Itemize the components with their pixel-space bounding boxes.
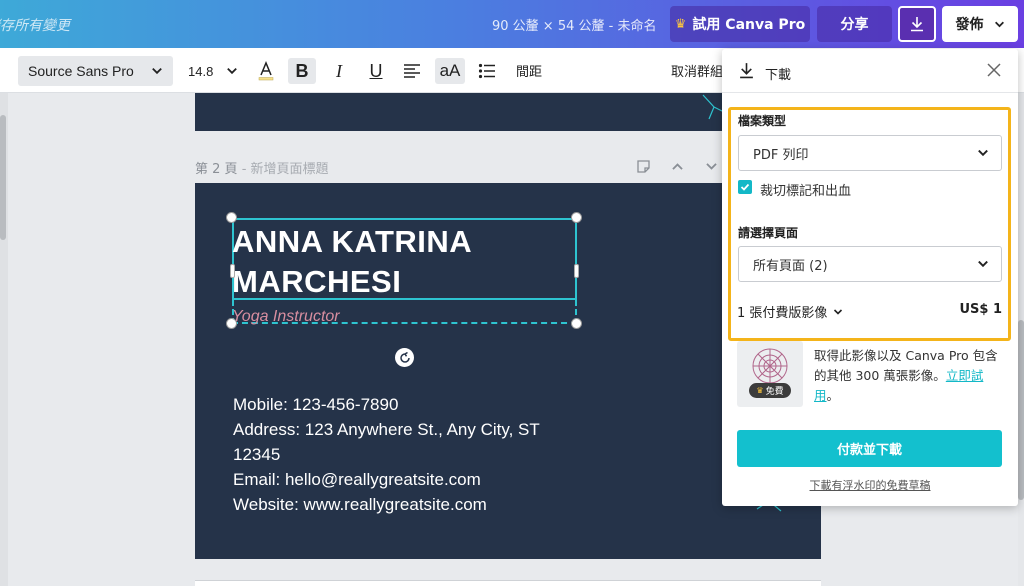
contact-info[interactable]: Mobile: 123-456-7890 Address: 123 Anywhe… bbox=[233, 392, 563, 517]
chevron-down-icon bbox=[705, 162, 717, 170]
name-line-2: MARCHESI bbox=[232, 264, 402, 299]
text-color-icon bbox=[258, 61, 274, 81]
free-watermark-draft-link[interactable]: 下載有浮水印的免費草稿 bbox=[722, 477, 1018, 493]
crop-marks-label[interactable]: 裁切標記和出血 bbox=[760, 180, 851, 199]
paid-images-toggle[interactable]: 1 張付費版影像 bbox=[737, 302, 843, 321]
align-button[interactable] bbox=[398, 58, 426, 84]
contact-address: Address: 123 Anywhere St., Any City, ST … bbox=[233, 420, 540, 464]
promo-tail: 。 bbox=[826, 388, 840, 403]
top-bar: 儲存所有變更 90 公釐 × 54 公釐 - 未命名 ♛ 試用 Canva Pr… bbox=[0, 0, 1024, 48]
text-color-button[interactable] bbox=[252, 58, 280, 84]
resize-handle-right[interactable] bbox=[574, 264, 579, 278]
price-value: US$ 1 bbox=[959, 302, 1002, 317]
file-type-select[interactable]: PDF 列印 bbox=[738, 135, 1002, 171]
contact-website: Website: www.reallygreatsite.com bbox=[233, 495, 487, 514]
bullet-list-icon bbox=[478, 63, 495, 79]
page-3-canvas[interactable] bbox=[195, 580, 821, 586]
left-scrollbar-thumb[interactable] bbox=[0, 115, 6, 240]
spacing-button[interactable]: 間距 bbox=[516, 61, 542, 80]
publish-button[interactable]: 發佈 bbox=[942, 6, 1018, 42]
resize-handle-bottom-left[interactable] bbox=[226, 318, 237, 329]
publish-label: 發佈 bbox=[955, 17, 984, 33]
contact-mobile: Mobile: 123-456-7890 bbox=[233, 395, 399, 414]
chevron-down-icon bbox=[152, 67, 162, 75]
chevron-down-icon bbox=[994, 21, 1004, 27]
resize-handle-left[interactable] bbox=[230, 264, 235, 278]
font-family-value: Source Sans Pro bbox=[28, 63, 134, 79]
document-dimensions-title[interactable]: 90 公釐 × 54 公釐 - 未命名 bbox=[492, 15, 656, 34]
role-subtitle[interactable]: Yoga Instructor bbox=[232, 308, 340, 326]
download-icon bbox=[740, 63, 753, 79]
pages-value: 所有頁面 (2) bbox=[753, 258, 828, 274]
italic-button[interactable]: I bbox=[325, 58, 353, 84]
resize-handle-bottom-right[interactable] bbox=[571, 318, 582, 329]
chevron-down-icon bbox=[978, 260, 988, 268]
ungroup-button[interactable]: 取消群組 bbox=[671, 61, 723, 80]
pro-promo-text: 取得此影像以及 Canva Pro 包含的其他 300 萬張影像。立即試用。 bbox=[814, 346, 1004, 406]
crop-marks-checkbox[interactable] bbox=[738, 180, 752, 194]
move-page-up-button[interactable] bbox=[667, 156, 687, 176]
note-icon bbox=[636, 159, 650, 173]
file-type-value: PDF 列印 bbox=[753, 147, 809, 163]
chevron-up-icon bbox=[671, 162, 683, 170]
paid-image-thumbnail[interactable]: ♛ 免費 bbox=[737, 341, 803, 407]
list-button[interactable] bbox=[473, 58, 501, 84]
download-button[interactable] bbox=[898, 6, 936, 42]
checkmark-icon bbox=[740, 183, 750, 191]
align-left-icon bbox=[404, 64, 420, 78]
chevron-down-icon bbox=[834, 308, 843, 315]
paid-images-label: 1 張付費版影像 bbox=[737, 306, 828, 321]
page-title-input[interactable]: 新增頁面標題 bbox=[251, 162, 329, 177]
pages-select[interactable]: 所有頁面 (2) bbox=[738, 246, 1002, 282]
chevron-down-icon bbox=[227, 67, 237, 75]
download-panel-title: 下載 bbox=[765, 68, 792, 83]
download-panel-header: 下載 bbox=[722, 49, 1018, 93]
name-heading[interactable]: ANNA KATRINA MARCHESI bbox=[232, 222, 572, 302]
letter-case-button[interactable]: aA bbox=[435, 58, 465, 84]
download-panel: 下載 檔案類型 PDF 列印 裁切標記和出血 請選擇頁面 所有頁面 (2) 1 … bbox=[722, 49, 1018, 506]
font-size-select[interactable]: 14.8 bbox=[186, 56, 240, 86]
resize-handle-top-left[interactable] bbox=[226, 212, 237, 223]
crown-icon: ♛ bbox=[674, 16, 687, 32]
move-page-down-button[interactable] bbox=[701, 156, 721, 176]
chevron-down-icon bbox=[978, 149, 988, 157]
page-notes-button[interactable] bbox=[633, 156, 653, 176]
crown-icon: ♛ bbox=[756, 386, 764, 395]
rotate-handle[interactable] bbox=[395, 348, 414, 367]
try-canva-pro-label: 試用 Canva Pro bbox=[692, 17, 806, 33]
mandala-icon bbox=[752, 348, 788, 384]
try-canva-pro-button[interactable]: ♛ 試用 Canva Pro bbox=[670, 6, 810, 42]
close-button[interactable] bbox=[984, 60, 1004, 80]
save-status: 儲存所有變更 bbox=[0, 18, 70, 34]
close-icon bbox=[987, 63, 1001, 77]
resize-handle-top-right[interactable] bbox=[571, 212, 582, 223]
free-badge: ♛ 免費 bbox=[749, 383, 791, 398]
pay-and-download-button[interactable]: 付款並下載 bbox=[737, 430, 1002, 467]
name-line-1: ANNA KATRINA bbox=[232, 224, 473, 259]
bold-button[interactable]: B bbox=[288, 58, 316, 84]
font-size-value: 14.8 bbox=[188, 63, 214, 79]
page-tools bbox=[633, 156, 721, 176]
page-2-header: 第 2 頁 - 新增頁面標題 bbox=[195, 162, 329, 177]
share-button[interactable]: 分享 bbox=[817, 6, 892, 42]
right-scrollbar-thumb[interactable] bbox=[1018, 320, 1024, 500]
rotate-icon bbox=[399, 351, 410, 363]
file-type-label: 檔案類型 bbox=[738, 114, 787, 128]
underline-button[interactable]: U bbox=[362, 58, 390, 84]
free-badge-label: 免費 bbox=[765, 387, 784, 397]
contact-email: Email: hello@reallygreatsite.com bbox=[233, 470, 481, 489]
page-number-label: 第 2 頁 bbox=[195, 162, 238, 177]
pages-label: 請選擇頁面 bbox=[738, 226, 799, 240]
font-family-select[interactable]: Source Sans Pro bbox=[18, 56, 173, 86]
download-icon bbox=[911, 17, 923, 32]
